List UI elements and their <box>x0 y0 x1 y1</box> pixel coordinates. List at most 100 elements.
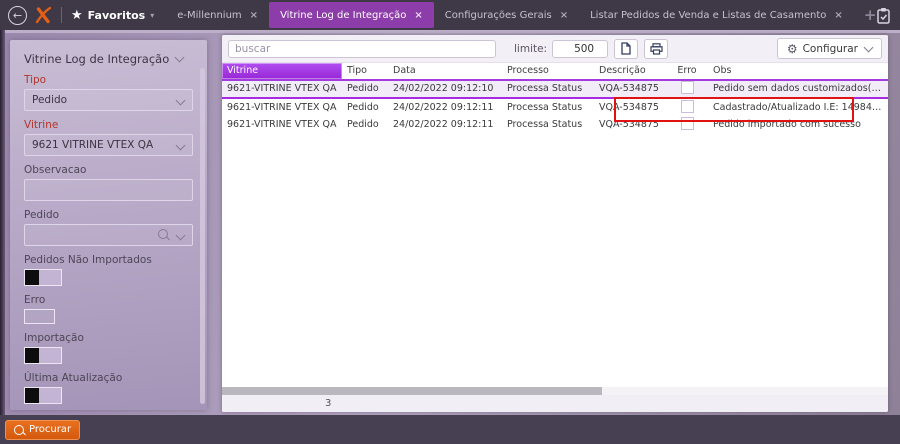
observacao-input[interactable] <box>24 179 193 201</box>
favorites-label: Favoritos <box>87 8 146 22</box>
tab-configuracoes-gerais[interactable]: Configurações Gerais × <box>434 2 579 28</box>
cell-obs: Pedido importado com sucesso <box>713 119 861 130</box>
cell-vitrine: 9621-VITRINE VTEX QA <box>227 102 337 113</box>
erro-toggle[interactable] <box>24 309 55 324</box>
chevron-down-icon <box>174 52 185 63</box>
tab-vitrine-log-de-integracao[interactable]: Vitrine Log de Integração × <box>269 2 434 28</box>
cell-processo: Processa Status <box>502 80 594 99</box>
close-icon[interactable]: × <box>250 10 258 21</box>
limit-label: limite: <box>514 42 548 55</box>
erro-checkbox[interactable] <box>680 81 694 94</box>
vitrine-value: 9621 VITRINE VTEX QA <box>32 139 154 151</box>
tab-label: e-Millennium <box>177 9 242 21</box>
horizontal-scrollbar[interactable] <box>222 387 888 395</box>
ultima-atualizacao-label: Última Atualização <box>24 372 123 384</box>
pedido-lookup-input[interactable] <box>24 224 193 246</box>
cell-data: 24/02/2022 09:12:11 <box>393 119 494 130</box>
toggle-knob <box>25 388 39 403</box>
panel-title-label: Vitrine Log de Integração <box>24 52 170 66</box>
gear-icon: ⚙ <box>786 41 798 56</box>
column-header-data[interactable]: Data <box>388 63 502 81</box>
toggle-knob <box>25 348 39 363</box>
sidebar-scrollbar[interactable] <box>200 68 205 404</box>
search-icon[interactable] <box>158 229 168 239</box>
tipo-select[interactable]: Pedido <box>24 89 193 111</box>
cell-vitrine: 9621-VITRINE VTEX QA <box>222 80 342 99</box>
erro-checkbox[interactable] <box>680 100 694 113</box>
cell-obs: Cadastrado/Atualizado I.E: 149848403115 <box>713 102 888 113</box>
cell-obs: Pedido sem dados customizados(customDat.… <box>708 80 888 99</box>
column-header-erro[interactable]: Erro <box>666 63 708 81</box>
tipo-value: Pedido <box>32 94 68 106</box>
table-row[interactable]: 9621-VITRINE VTEX QA Pedido 24/02/2022 0… <box>222 116 888 133</box>
pedido-label: Pedido <box>24 209 60 221</box>
cell-vitrine: 9621-VITRINE VTEX QA <box>227 119 337 130</box>
tab-label: Configurações Gerais <box>444 9 552 21</box>
cell-tipo: Pedido <box>342 80 388 99</box>
tab-label: Listar Pedidos de Venda e Listas de Casa… <box>590 9 827 21</box>
cell-data: 24/02/2022 09:12:10 <box>388 80 502 99</box>
search-input[interactable] <box>228 39 496 58</box>
cell-processo: Processa Status <box>507 119 583 130</box>
star-icon: ★ <box>71 7 83 23</box>
bottom-action-bar: Procurar <box>0 415 900 444</box>
observacao-label: Observacao <box>24 164 87 176</box>
back-arrow-glyph: ← <box>12 8 23 22</box>
table-row[interactable]: 9621-VITRINE VTEX QA Pedido 24/02/2022 0… <box>222 98 888 116</box>
table-header-row: Vitrine Tipo Data Processo Descrição Err… <box>222 63 888 81</box>
configure-button[interactable]: ⚙ Configurar <box>776 38 882 59</box>
column-header-processo[interactable]: Processo <box>502 63 594 81</box>
close-icon[interactable]: × <box>834 10 842 21</box>
favorites-menu[interactable]: ★ Favoritos ▾ <box>71 8 154 23</box>
tab-label: Vitrine Log de Integração <box>280 9 407 21</box>
topbar: ← ★ Favoritos ▾ e-Millennium × Vitrine L… <box>0 0 900 30</box>
column-header-vitrine[interactable]: Vitrine <box>222 63 342 81</box>
search-submit-button[interactable]: Procurar <box>5 419 81 440</box>
cell-descricao: VQA-534875 <box>594 80 666 99</box>
add-tab-button[interactable]: + <box>864 6 877 24</box>
main-area: Vitrine Log de Integração Tipo Pedido Vi… <box>0 30 900 415</box>
procurar-label: Procurar <box>29 424 72 435</box>
chevron-down-icon <box>175 230 186 241</box>
table-footer: 3 <box>222 395 888 412</box>
chevron-down-icon <box>863 42 874 53</box>
tasks-clipboard-icon[interactable] <box>876 7 891 24</box>
column-header-descricao[interactable]: Descrição <box>594 63 666 81</box>
close-icon[interactable]: × <box>414 10 422 21</box>
search-icon <box>14 424 24 435</box>
table-row[interactable]: 9621-VITRINE VTEX QA Pedido 24/02/2022 0… <box>222 80 888 99</box>
toggle-knob <box>25 270 39 285</box>
tab-e-millennium[interactable]: e-Millennium × <box>166 2 269 28</box>
column-header-tipo[interactable]: Tipo <box>342 63 388 81</box>
limit-input[interactable] <box>552 39 609 58</box>
filter-panel: Vitrine Log de Integração Tipo Pedido Vi… <box>10 40 207 410</box>
configure-label: Configurar <box>802 42 858 55</box>
cell-data: 24/02/2022 09:12:11 <box>393 102 494 113</box>
app-window: ← ★ Favoritos ▾ e-Millennium × Vitrine L… <box>0 0 900 444</box>
results-panel: limite: ⚙ Configu <box>222 35 888 412</box>
tab-listar-pedidos[interactable]: Listar Pedidos de Venda e Listas de Casa… <box>579 2 854 28</box>
chevron-down-icon: ▾ <box>150 10 155 20</box>
scrollbar-thumb[interactable] <box>222 387 602 395</box>
panel-title[interactable]: Vitrine Log de Integração <box>24 52 193 66</box>
pedidos-nao-importados-label: Pedidos Não Importados <box>24 254 152 266</box>
export-button[interactable] <box>614 38 639 59</box>
vitrine-select[interactable]: 9621 VITRINE VTEX QA <box>24 134 193 156</box>
column-header-obs[interactable]: Obs <box>708 63 888 81</box>
row-count: 3 <box>325 398 332 409</box>
cell-descricao: VQA-534875 <box>599 102 659 113</box>
tab-bar: e-Millennium × Vitrine Log de Integração… <box>166 0 876 30</box>
erro-checkbox[interactable] <box>680 117 694 130</box>
chevron-down-icon <box>175 140 186 151</box>
close-icon[interactable]: × <box>560 10 568 21</box>
chevron-down-icon <box>175 95 186 106</box>
back-icon[interactable]: ← <box>8 5 27 25</box>
ultima-atualizacao-toggle[interactable] <box>24 387 62 404</box>
cell-tipo: Pedido <box>347 102 379 113</box>
brand-logo-icon[interactable] <box>35 6 52 24</box>
pedidos-nao-importados-toggle[interactable] <box>24 269 62 286</box>
print-button[interactable] <box>644 38 669 59</box>
printer-icon <box>650 42 663 55</box>
importacao-toggle[interactable] <box>24 347 62 364</box>
left-edge-shadow <box>0 30 5 415</box>
